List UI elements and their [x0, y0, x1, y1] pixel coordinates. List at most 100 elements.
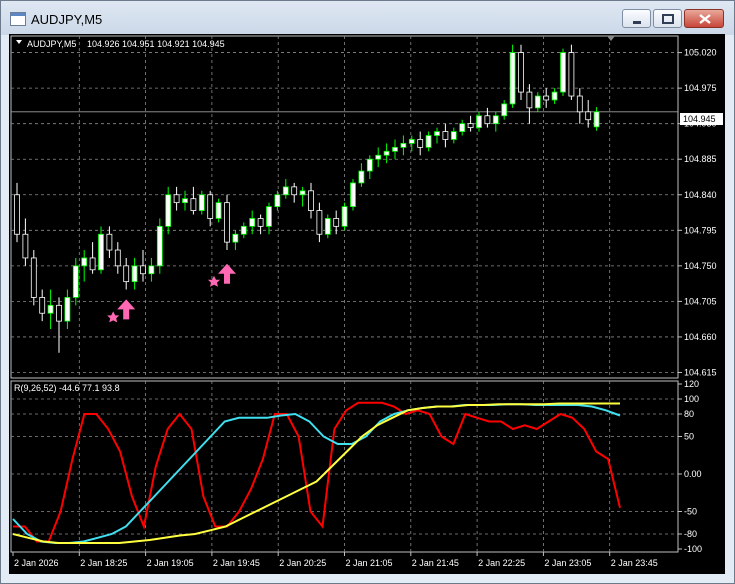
minimize-icon	[633, 21, 641, 24]
bull-candle	[400, 143, 407, 148]
bull-candle	[383, 150, 390, 156]
price-tick-label: 104.705	[684, 296, 717, 306]
star-shape	[208, 275, 220, 287]
bull-candle	[492, 115, 499, 125]
bull-candle	[215, 202, 222, 219]
minimize-button[interactable]	[622, 9, 651, 28]
bear-candle	[30, 257, 37, 298]
bull-candle	[324, 218, 331, 235]
indicator-tick-label: -80	[684, 529, 697, 539]
bull-candle	[459, 123, 466, 132]
time-tick-label: 2 Jan 21:45	[412, 558, 459, 568]
bear-candle	[576, 95, 583, 113]
bear-candle	[207, 194, 214, 219]
current-price-label: 104.945	[683, 114, 716, 124]
bull-candle	[131, 265, 138, 283]
bear-candle	[568, 52, 575, 97]
bear-candle	[467, 123, 474, 129]
bull-candle	[266, 206, 272, 227]
bear-candle	[190, 198, 197, 211]
star-shape	[107, 311, 120, 323]
time-tick-label: 2 Jan 19:05	[147, 558, 194, 568]
buy-arrow-icon	[107, 299, 136, 323]
arrow-shape	[117, 299, 136, 320]
price-tick-label: 104.660	[684, 332, 717, 342]
time-tick-label: 2 Jan 2026	[14, 558, 59, 568]
bull-candle	[509, 52, 516, 105]
indicator-tick-label: 50	[684, 432, 694, 442]
bull-candle	[182, 198, 188, 204]
bear-candle	[291, 186, 298, 196]
bear-candle	[333, 218, 340, 227]
bear-candle	[140, 265, 146, 275]
grid	[10, 35, 679, 553]
bear-candle	[518, 52, 524, 93]
bull-candle	[593, 111, 600, 128]
maximize-icon	[662, 14, 674, 24]
price-tick-label: 104.975	[684, 83, 717, 93]
bull-candle	[501, 103, 508, 117]
time-tick-label: 2 Jan 19:45	[213, 558, 260, 568]
price-tick-label: 105.020	[684, 48, 717, 58]
bear-candle	[173, 194, 180, 204]
bull-candle	[299, 190, 306, 196]
bull-candle	[534, 95, 541, 109]
chart-shift-marker[interactable]	[607, 36, 615, 41]
chart-area[interactable]: 105.020104.975104.930104.885104.840104.7…	[9, 34, 725, 574]
bear-candle	[89, 257, 96, 271]
arrow-shape	[218, 263, 236, 284]
bull-candle	[450, 131, 457, 140]
symbol-label: AUDJPY,M5	[27, 39, 76, 49]
bull-candle	[148, 265, 155, 275]
price-tick-label: 104.750	[684, 261, 717, 271]
close-button[interactable]	[684, 9, 724, 28]
time-tick-label: 2 Jan 18:25	[80, 558, 127, 568]
maximize-button[interactable]	[653, 9, 682, 28]
bull-candle	[358, 170, 365, 184]
bull-candle	[98, 233, 104, 271]
bull-candle	[341, 206, 348, 227]
axes: 105.020104.975104.930104.885104.840104.7…	[12, 48, 717, 568]
bull-candle	[434, 131, 440, 136]
bear-candle	[308, 190, 314, 211]
indicator-tick-label: 120	[684, 379, 699, 389]
price-tick-label: 104.885	[684, 154, 717, 164]
price-chart[interactable]: 105.020104.975104.930104.885104.840104.7…	[9, 34, 725, 574]
indicator-tick-label: 100	[684, 394, 699, 404]
time-tick-label: 2 Jan 23:45	[611, 558, 658, 568]
bear-candle	[39, 297, 46, 314]
bear-candle	[316, 210, 323, 235]
bear-candle	[224, 202, 230, 243]
bull-candle	[64, 297, 71, 322]
bull-candle	[551, 91, 558, 101]
bull-candle	[156, 225, 163, 267]
price-tick-label: 104.795	[684, 225, 717, 235]
bull-candle	[81, 257, 88, 267]
bull-candle	[408, 139, 415, 144]
bear-candle	[585, 111, 592, 121]
bull-candle	[350, 182, 356, 208]
bear-candle	[22, 233, 29, 259]
bull-candle	[375, 154, 382, 160]
bull-candle	[47, 304, 54, 314]
bull-candle	[165, 194, 172, 227]
bear-candle	[56, 304, 62, 322]
title-bar[interactable]: AUDJPY,M5	[1, 1, 734, 35]
price-tick-label: 104.615	[684, 367, 717, 377]
chart-window: AUDJPY,M5 105.020104.975104.930104.88510…	[0, 0, 735, 584]
bull-candle	[240, 225, 247, 235]
chart-menu-icon[interactable]	[16, 40, 22, 44]
bull-candle	[425, 135, 432, 148]
bear-candle	[114, 249, 121, 267]
bull-candle	[282, 186, 289, 196]
bull-candle	[366, 158, 373, 172]
bear-candle	[257, 218, 264, 227]
indicator-tick-label: 0.00	[684, 469, 702, 479]
chart-window-icon	[10, 12, 26, 26]
time-tick-label: 2 Jan 22:25	[478, 558, 525, 568]
bear-candle	[543, 95, 550, 101]
bull-candle	[232, 233, 239, 243]
bull-candle	[198, 194, 205, 211]
bull-candle	[476, 115, 482, 129]
bear-candle	[417, 139, 424, 148]
